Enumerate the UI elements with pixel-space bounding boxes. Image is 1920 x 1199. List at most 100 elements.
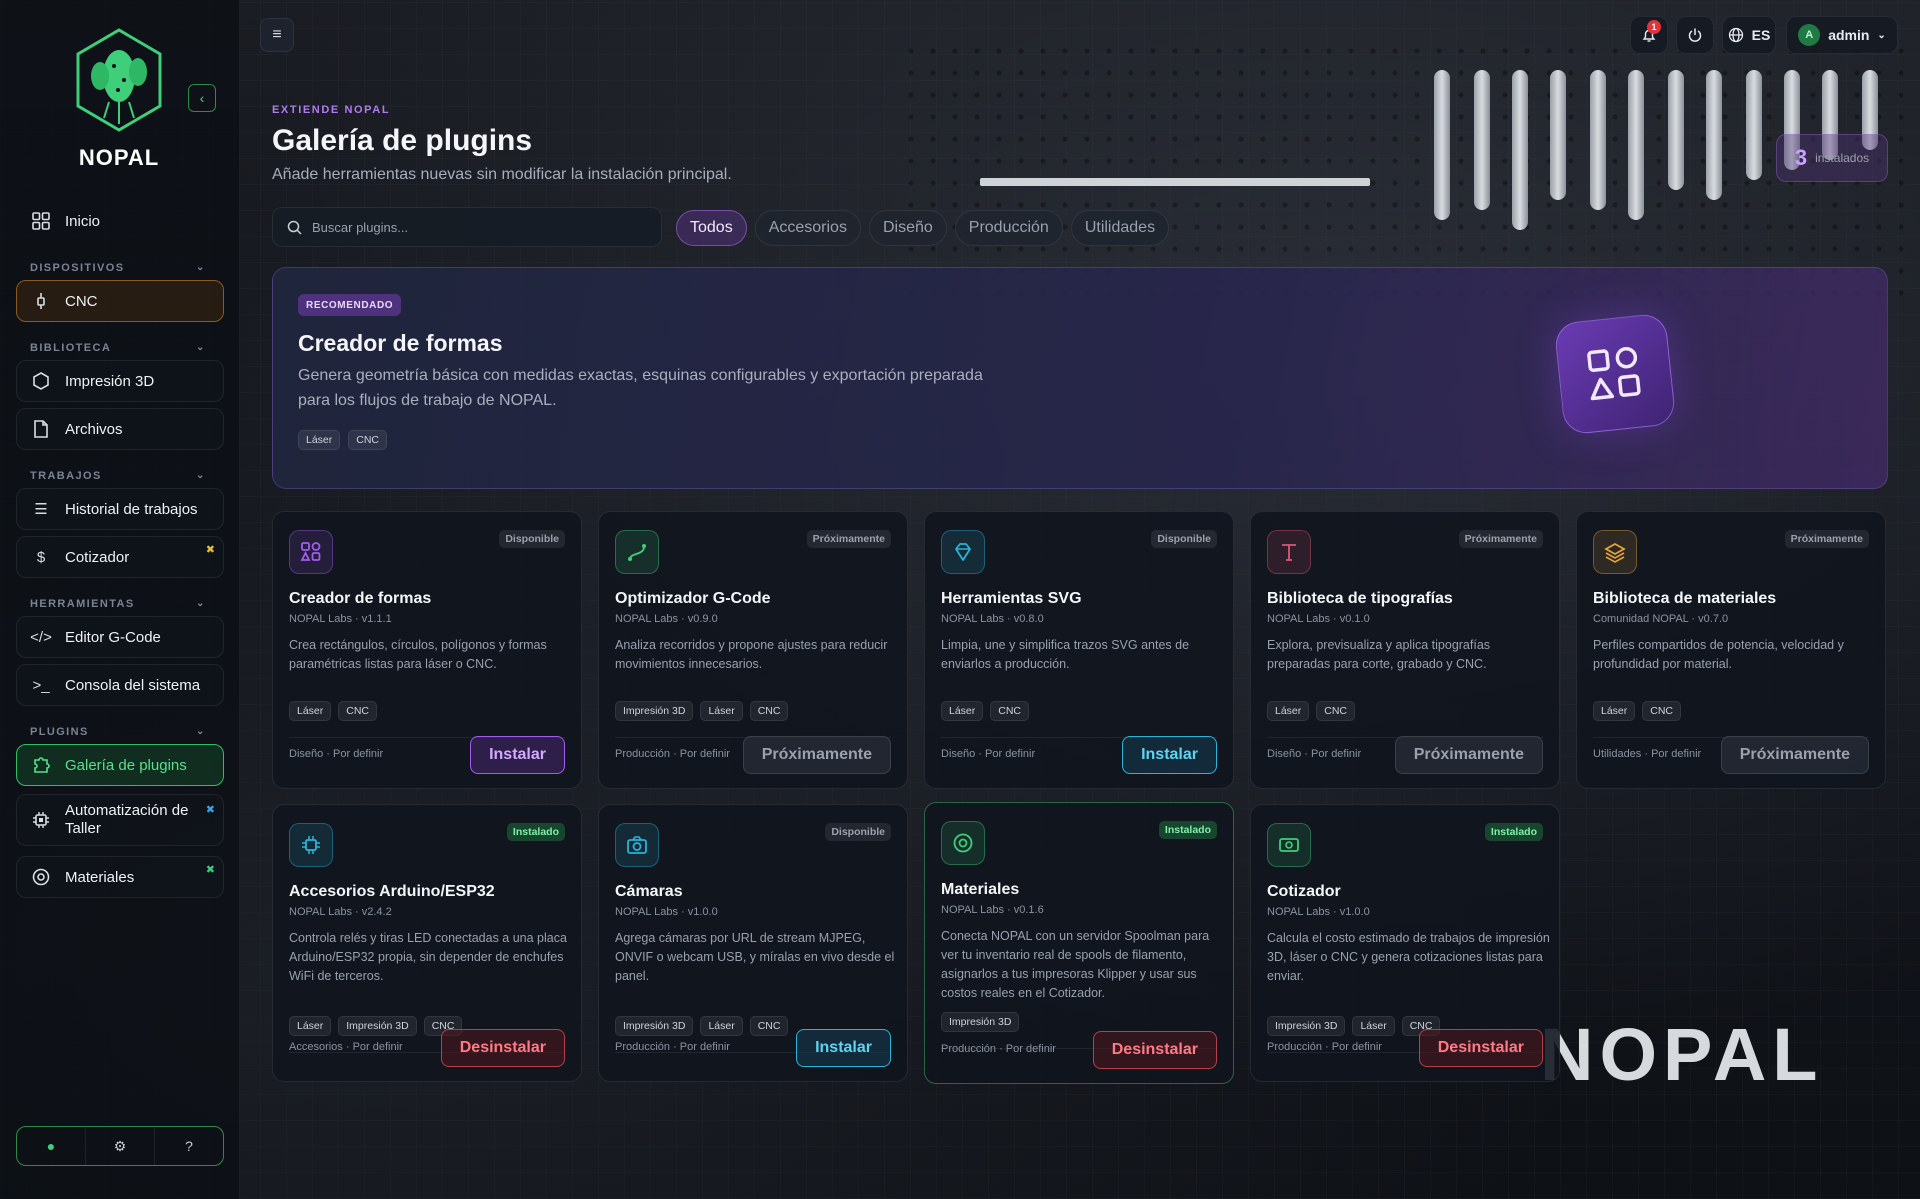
section-herramientas[interactable]: HERRAMIENTAS ⌄	[30, 598, 204, 610]
plugin-description: Explora, previsualiza y aplica tipografí…	[1267, 638, 1491, 671]
filter-produccion[interactable]: Producción	[954, 210, 1063, 246]
filter-diseno[interactable]: Diseño	[868, 210, 947, 246]
plugin-action-button[interactable]: Instalar	[796, 1029, 891, 1067]
plugin-card[interactable]: Disponible Cámaras NOPAL Labs · v1.0.0 A…	[598, 804, 908, 1082]
spool-icon	[941, 821, 985, 865]
notifications-button[interactable]: 1	[1630, 16, 1668, 54]
tag: Láser	[298, 430, 341, 450]
plugin-description: Calcula el costo estimado de trabajos de…	[1267, 931, 1550, 983]
sidebar-item-label: Impresión 3D	[65, 372, 155, 390]
shelf-background	[980, 178, 1370, 186]
sidebar-item-galeria-plugins[interactable]: Galería de plugins	[16, 744, 224, 786]
plugin-card[interactable]: Disponible Creador de formas NOPAL Labs …	[272, 511, 582, 789]
status-badge: Próximamente	[1784, 530, 1869, 548]
section-biblioteca[interactable]: BIBLIOTECA ⌄	[30, 342, 204, 354]
featured-title: Creador de formas	[298, 330, 503, 356]
plugin-badge-icon: ✖	[205, 544, 215, 556]
plugin-action-button[interactable]: Próximamente	[1720, 736, 1869, 774]
chevron-left-icon: ‹	[199, 90, 205, 106]
recommended-badge: RECOMENDADO	[298, 294, 402, 316]
plugin-category: Producción · Por definir	[1267, 1041, 1382, 1053]
plugin-action-button[interactable]: Próximamente	[1394, 736, 1543, 774]
tag: Láser	[1267, 701, 1310, 721]
plugin-tags: Láser CNC	[941, 701, 1030, 721]
plugin-card[interactable]: Disponible Herramientas SVG NOPAL Labs ·…	[924, 511, 1234, 789]
sidebar-item-consola[interactable]: >_ Consola del sistema	[16, 664, 224, 706]
tag: CNC	[749, 701, 789, 721]
sidebar-item-label: CNC	[65, 292, 98, 310]
help-button[interactable]: ?	[155, 1127, 223, 1165]
plugin-meta: NOPAL Labs · v0.1.0	[1267, 613, 1370, 625]
tag: CNC	[990, 701, 1030, 721]
featured-plugin-card[interactable]: RECOMENDADO Creador de formas Genera geo…	[272, 267, 1888, 489]
filter-accesorios[interactable]: Accesorios	[754, 210, 861, 246]
plugin-description: Limpia, une y simplifica trazos SVG ante…	[941, 638, 1190, 671]
user-menu[interactable]: A admin ⌄	[1786, 16, 1898, 54]
plugin-action-button[interactable]: Desinstalar	[1092, 1031, 1217, 1069]
sidebar-item-archivos[interactable]: Archivos	[16, 408, 224, 450]
plugin-action-button[interactable]: Instalar	[1122, 736, 1217, 774]
chevron-down-icon: ⌄	[1877, 29, 1886, 41]
sidebar-item-materiales[interactable]: Materiales ✖	[16, 856, 224, 898]
tag: CNC	[749, 1016, 789, 1036]
plugin-title: Cámaras	[615, 883, 683, 900]
sidebar-item-label: Consola del sistema	[65, 676, 201, 694]
section-trabajos[interactable]: TRABAJOS ⌄	[30, 470, 204, 482]
menu-button[interactable]: ≡	[260, 18, 294, 52]
sidebar-item-impresion-3d[interactable]: Impresión 3D	[16, 360, 224, 402]
status-badge: Instalado	[506, 823, 565, 841]
plugin-tags: Impresión 3D	[941, 1012, 1020, 1032]
plugin-card[interactable]: Instalado Accesorios Arduino/ESP32 NOPAL…	[272, 804, 582, 1082]
power-button[interactable]	[1676, 16, 1714, 54]
sidebar-item-editor-gcode[interactable]: </> Editor G-Code	[16, 616, 224, 658]
plugin-card[interactable]: Próximamente Biblioteca de materiales Co…	[1576, 511, 1886, 789]
sidebar-item-inicio[interactable]: Inicio	[16, 200, 224, 242]
filter-todos[interactable]: Todos	[676, 210, 747, 246]
search-input[interactable]	[312, 219, 632, 235]
plugin-meta: Comunidad NOPAL · v0.7.0	[1593, 613, 1729, 625]
status-badge: Próximamente	[1458, 530, 1543, 548]
settings-button[interactable]: ⚙	[86, 1127, 155, 1165]
plugin-card[interactable]: Instalado Materiales NOPAL Labs · v0.1.6…	[924, 802, 1234, 1084]
chevron-down-icon: ⌄	[196, 726, 206, 737]
plugin-action-button[interactable]: Desinstalar	[440, 1029, 565, 1067]
path-icon	[615, 530, 659, 574]
status-badge: Próximamente	[806, 530, 891, 548]
plugin-action-button[interactable]: Desinstalar	[1418, 1029, 1543, 1067]
plugin-action-button[interactable]: Instalar	[470, 736, 565, 774]
sidebar-item-label: Archivos	[65, 420, 123, 438]
sidebar-footer: ● ⚙ ?	[16, 1126, 224, 1166]
plugin-meta: NOPAL Labs · v1.1.1	[289, 613, 392, 625]
plugin-meta: NOPAL Labs · v1.0.0	[1267, 906, 1370, 918]
section-dispositivos[interactable]: DISPOSITIVOS ⌄	[30, 262, 204, 274]
plugin-description: Analiza recorridos y propone ajustes par…	[615, 638, 888, 671]
tag: Impresión 3D	[1267, 1016, 1346, 1036]
tag: Impresión 3D	[338, 1016, 417, 1036]
chevron-down-icon: ⌄	[196, 342, 206, 353]
chevron-down-icon: ⌄	[196, 470, 206, 481]
sidebar-item-historial[interactable]: ☰ Historial de trabajos	[16, 488, 224, 530]
sidebar-item-automatizacion[interactable]: Automatización de Taller ✖	[16, 794, 224, 846]
page-title: Galería de plugins	[272, 124, 533, 157]
notification-count: 1	[1647, 20, 1661, 34]
plugin-card[interactable]: Próximamente Optimizador G-Code NOPAL La…	[598, 511, 908, 789]
plugin-meta: NOPAL Labs · v2.4.2	[289, 906, 392, 918]
language-selector[interactable]: ES	[1722, 16, 1776, 54]
brand-name: NOPAL	[78, 145, 160, 170]
installed-count: 3	[1794, 145, 1808, 170]
globe-icon	[1728, 27, 1743, 43]
plugin-card[interactable]: Próximamente Biblioteca de tipografías N…	[1250, 511, 1560, 789]
file-icon	[31, 419, 51, 439]
plugin-card[interactable]: Instalado Cotizador NOPAL Labs · v1.0.0 …	[1250, 804, 1560, 1082]
plugin-action-button[interactable]: Próximamente	[742, 736, 891, 774]
collapse-sidebar-button[interactable]: ‹	[188, 84, 216, 112]
wrench-decoration	[1512, 70, 1528, 230]
status-button[interactable]: ●	[17, 1127, 86, 1165]
sidebar-item-cotizador[interactable]: $ Cotizador ✖	[16, 536, 224, 578]
page-eyebrow: EXTIENDE NOPAL	[272, 104, 391, 116]
plugin-meta: NOPAL Labs · v0.9.0	[615, 613, 718, 625]
plugin-meta: NOPAL Labs · v0.1.6	[941, 904, 1044, 916]
filter-utilidades[interactable]: Utilidades	[1070, 210, 1170, 246]
section-plugins[interactable]: PLUGINS ⌄	[30, 726, 204, 738]
sidebar-item-cnc[interactable]: CNC	[16, 280, 224, 322]
